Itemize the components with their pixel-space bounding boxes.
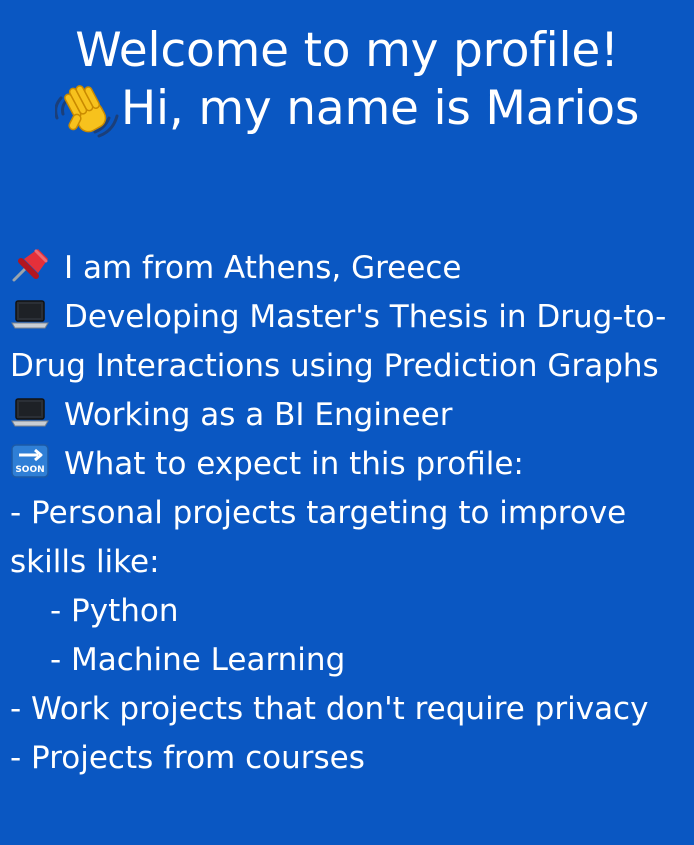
greeting-title: Hi, my name is Marios xyxy=(0,80,694,138)
greeting-text: Hi, my name is Marios xyxy=(120,81,640,136)
list-item-personal: - Personal projects targeting to improve… xyxy=(10,495,627,580)
laptop-icon xyxy=(10,394,54,430)
thesis-line: Developing Master's Thesis in Drug-to-Dr… xyxy=(10,293,686,391)
list-item-courses: - Projects from courses xyxy=(10,740,365,776)
expect-line: SOON What to expect in this profile: xyxy=(10,440,686,489)
list-item-python: - Python xyxy=(50,593,179,629)
job-text: Working as a BI Engineer xyxy=(64,397,453,433)
profile-content: I am from Athens, Greece Developing Mast… xyxy=(10,244,686,783)
profile-readme: Welcome to my profile! Hi, my name is Ma… xyxy=(0,0,694,845)
expect-text: What to expect in this profile: xyxy=(64,446,524,482)
soon-arrow-icon: SOON xyxy=(10,443,54,479)
list-item-ml: - Machine Learning xyxy=(50,642,346,678)
pushpin-icon xyxy=(10,247,54,283)
location-text: I am from Athens, Greece xyxy=(64,250,462,286)
thesis-text: Developing Master's Thesis in Drug-to-Dr… xyxy=(10,299,667,384)
job-line: Working as a BI Engineer xyxy=(10,391,686,440)
list-item-work: - Work projects that don't require priva… xyxy=(10,691,649,727)
laptop-icon xyxy=(10,296,54,332)
waving-hand-icon xyxy=(54,80,121,138)
svg-text:SOON: SOON xyxy=(15,465,44,475)
welcome-title: Welcome to my profile! xyxy=(75,23,619,78)
location-line: I am from Athens, Greece xyxy=(10,244,686,293)
header: Welcome to my profile! Hi, my name is Ma… xyxy=(0,0,694,138)
